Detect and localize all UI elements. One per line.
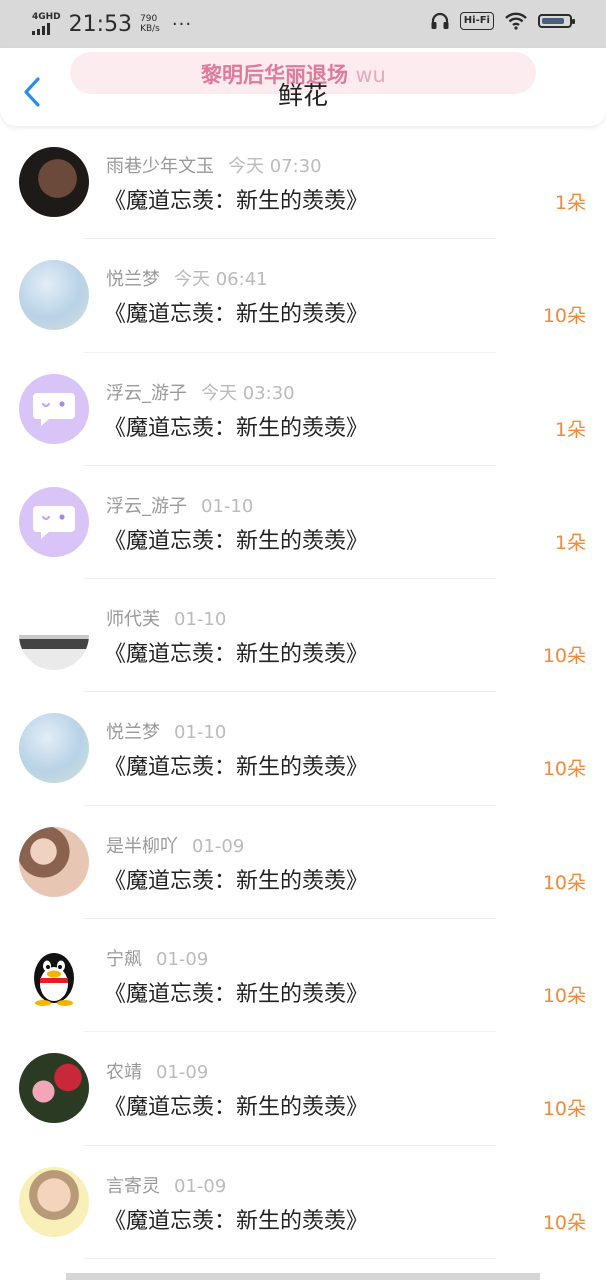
headphone-icon xyxy=(431,12,449,29)
list-item[interactable]: 农靖 01-09 《魔道忘羡：新生的羡羡》 10朵 xyxy=(0,1032,606,1146)
user-name: 宁飙 xyxy=(106,949,142,971)
bottom-divider xyxy=(66,1273,540,1280)
avatar[interactable] xyxy=(19,826,89,897)
list-item[interactable]: 悦兰梦 01-10 《魔道忘羡：新生的羡羡》 10朵 xyxy=(0,692,606,807)
item-time: 01-10 xyxy=(174,609,227,631)
network-type: 4GHD xyxy=(32,12,61,22)
item-time: 01-09 xyxy=(174,1175,227,1197)
avatar[interactable] xyxy=(19,713,89,784)
user-name: 浮云_游子 xyxy=(106,382,187,404)
avatar[interactable] xyxy=(19,147,89,217)
list-item[interactable]: 雨巷少年文玉 今天 07:30 《魔道忘羡：新生的羡羡》 1朵 xyxy=(0,126,606,240)
battery-icon xyxy=(538,14,575,28)
user-name: 农靖 xyxy=(106,1062,142,1084)
book-title: 《魔道忘羡：新生的羡羡》 xyxy=(104,868,369,894)
list-item[interactable]: 浮云_游子 今天 03:30 《魔道忘羡：新生的羡羡》 1朵 xyxy=(0,353,606,467)
flower-count: 10朵 xyxy=(542,1211,586,1234)
book-title: 《魔道忘羡：新生的羡羡》 xyxy=(104,1095,369,1121)
item-time: 01-10 xyxy=(201,495,254,517)
network-speed: 790 KB/s xyxy=(140,14,160,34)
flower-count: 10朵 xyxy=(542,758,586,781)
item-time: 今天 03:30 xyxy=(201,382,295,404)
page-title: 鲜花 xyxy=(277,81,328,110)
speed-value: 790 xyxy=(140,14,158,24)
avatar[interactable] xyxy=(19,1053,89,1124)
item-time: 今天 06:41 xyxy=(174,269,268,291)
user-name: 是半柳吖 xyxy=(106,835,178,857)
avatar[interactable] xyxy=(19,940,89,1011)
flower-count: 10朵 xyxy=(542,985,586,1008)
user-name: 浮云_游子 xyxy=(106,495,187,517)
user-name: 悦兰梦 xyxy=(106,722,160,744)
avatar[interactable] xyxy=(19,373,89,444)
item-meta: 悦兰梦 今天 06:41 xyxy=(106,265,268,291)
item-meta: 雨巷少年文玉 今天 07:30 xyxy=(106,152,322,178)
flower-count: 1朵 xyxy=(554,418,586,441)
flower-count: 10朵 xyxy=(542,871,586,894)
item-time: 01-10 xyxy=(174,722,227,744)
item-time: 01-09 xyxy=(192,835,245,857)
more-notifications-icon: ··· xyxy=(171,13,193,35)
avatar[interactable] xyxy=(19,486,89,557)
book-title: 《魔道忘羡：新生的羡羡》 xyxy=(104,528,369,554)
item-meta: 浮云_游子 今天 03:30 xyxy=(106,379,295,405)
penguin-icon xyxy=(34,953,74,1007)
item-meta: 悦兰梦 01-10 xyxy=(106,718,226,744)
book-title: 《魔道忘羡：新生的羡羡》 xyxy=(104,982,369,1008)
user-name: 悦兰梦 xyxy=(106,269,160,291)
status-bar: 4GHD 21:53 790 KB/s ··· Hi-Fi xyxy=(0,0,606,48)
header: 黎明后华丽退场 wu 鲜花 xyxy=(0,48,606,126)
avatar[interactable] xyxy=(19,260,89,331)
flower-count: 1朵 xyxy=(554,531,586,554)
list-item[interactable]: 悦兰梦 今天 06:41 《魔道忘羡：新生的羡羡》 10朵 xyxy=(0,239,606,353)
flower-count: 10朵 xyxy=(542,305,586,328)
signal-icon: 4GHD xyxy=(32,13,61,35)
item-meta: 是半柳吖 01-09 xyxy=(106,832,244,858)
item-meta: 浮云_游子 01-10 xyxy=(106,492,253,518)
book-title: 《魔道忘羡：新生的羡羡》 xyxy=(104,415,369,441)
book-title: 《魔道忘羡：新生的羡羡》 xyxy=(104,189,369,214)
item-time: 今天 07:30 xyxy=(228,156,322,177)
book-title: 《魔道忘羡：新生的羡羡》 xyxy=(104,642,369,668)
flower-list: 雨巷少年文玉 今天 07:30 《魔道忘羡：新生的羡羡》 1朵 悦兰梦 今天 06:… xyxy=(0,126,606,1260)
flower-count: 10朵 xyxy=(542,1098,586,1121)
user-name: 言寄灵 xyxy=(106,1175,160,1197)
user-name: 雨巷少年文玉 xyxy=(106,156,214,177)
clock: 21:53 xyxy=(68,11,133,37)
flower-count: 1朵 xyxy=(554,192,586,214)
list-item[interactable]: 是半柳吖 01-09 《魔道忘羡：新生的羡羡》 10朵 xyxy=(0,806,606,920)
item-meta: 师代芙 01-10 xyxy=(106,605,226,631)
list-item[interactable]: 师代芙 01-10 《魔道忘羡：新生的羡羡》 10朵 xyxy=(0,579,606,693)
list-item[interactable]: 言寄灵 01-09 《魔道忘羡：新生的羡羡》 10朵 xyxy=(0,1146,606,1260)
avatar[interactable] xyxy=(19,600,89,671)
item-time: 01-09 xyxy=(156,949,209,971)
wifi-icon xyxy=(505,12,527,30)
hifi-badge: Hi-Fi xyxy=(459,12,494,30)
user-name: 师代芙 xyxy=(106,609,160,631)
chat-bubble-icon xyxy=(33,505,75,539)
avatar[interactable] xyxy=(19,1166,89,1237)
list-item[interactable]: 宁飙 01-09 《魔道忘羡：新生的羡羡》 10朵 xyxy=(0,919,606,1033)
item-time: 01-09 xyxy=(156,1062,209,1084)
book-title: 《魔道忘羡：新生的羡羡》 xyxy=(104,755,369,781)
flower-count: 10朵 xyxy=(542,645,586,668)
book-title: 《魔道忘羡：新生的羡羡》 xyxy=(104,302,369,328)
book-title: 《魔道忘羡：新生的羡羡》 xyxy=(104,1208,369,1234)
list-item[interactable]: 浮云_游子 01-10 《魔道忘羡：新生的羡羡》 1朵 xyxy=(0,466,606,580)
item-meta: 宁飙 01-09 xyxy=(106,945,208,971)
item-meta: 农靖 01-09 xyxy=(106,1058,208,1084)
item-meta: 言寄灵 01-09 xyxy=(106,1172,226,1198)
speed-unit: KB/s xyxy=(140,24,160,34)
chat-bubble-icon xyxy=(33,392,75,426)
